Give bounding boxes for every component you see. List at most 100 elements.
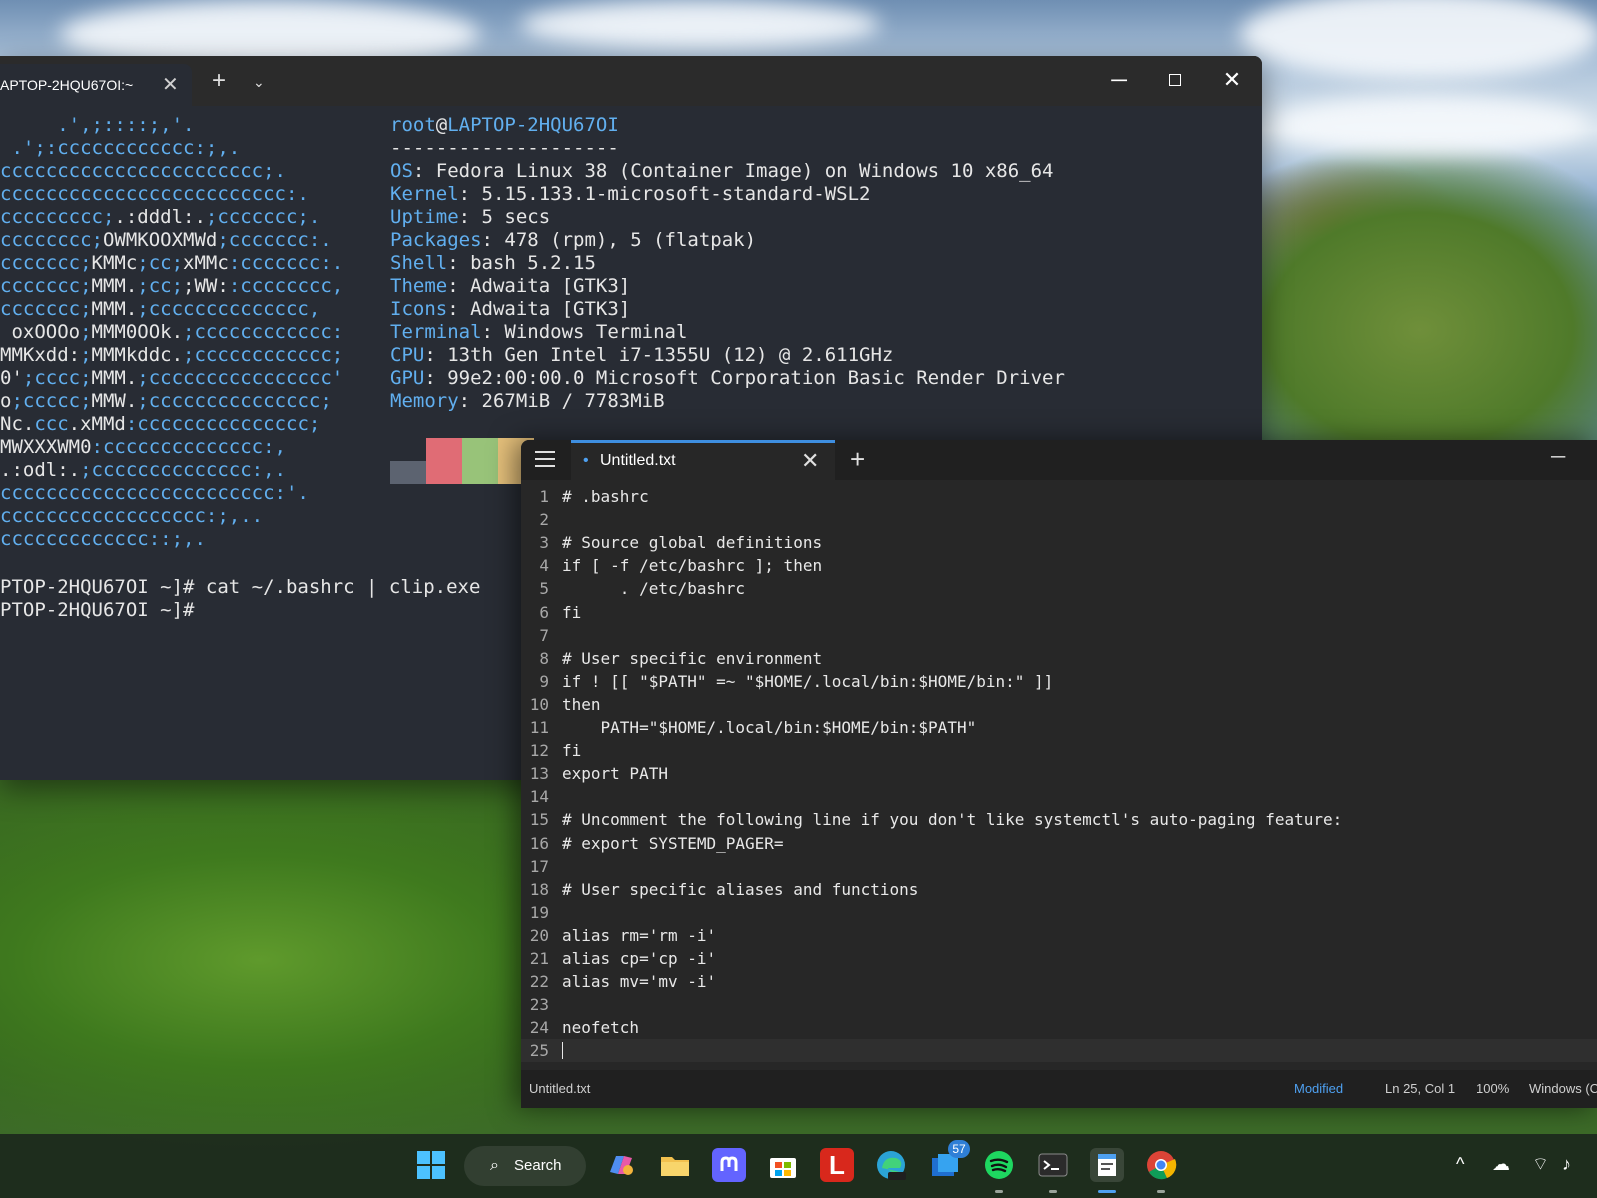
editor-line[interactable]: 13 export PATH: [521, 762, 1597, 785]
status-line-ending[interactable]: Windows (C: [1529, 1070, 1597, 1108]
close-window-button[interactable]: ✕: [1209, 64, 1255, 96]
chevron-down-icon[interactable]: ⌄: [253, 70, 265, 94]
line-number: 20: [529, 925, 549, 945]
info-row: GPU: 99e2:00:00.0 Microsoft Corporation …: [390, 367, 1065, 390]
editor-line[interactable]: 25: [521, 1039, 1597, 1063]
ascii-segment: ;: [80, 321, 92, 343]
hamburger-menu-icon[interactable]: [535, 451, 555, 469]
notepad-tab-label: Untitled.txt: [600, 452, 676, 469]
editor-line[interactable]: 14: [521, 785, 1597, 808]
editor-line[interactable]: 5 . /etc/bashrc: [521, 577, 1597, 600]
terminal-titlebar[interactable]: APTOP-2HQU67OI:~ ✕ + ⌄ ─ ✕: [0, 56, 1262, 106]
info-row: Uptime: 5 secs: [390, 206, 1065, 229]
ascii-segment: ;cccc;: [22, 367, 92, 389]
editor-line[interactable]: 2: [521, 508, 1597, 531]
info-value: : 5.15.133.1-microsoft-standard-WSL2: [458, 183, 871, 205]
info-value: : 5 secs: [458, 206, 551, 228]
chrome-icon[interactable]: [1144, 1148, 1178, 1182]
new-tab-button[interactable]: +: [850, 443, 865, 475]
ascii-segment: ccccccccccccc::;,.: [0, 528, 206, 550]
neofetch-info: root@LAPTOP-2HQU67OI --------------------…: [390, 114, 1065, 413]
wifi-icon[interactable]: ⌔: [1532, 1152, 1549, 1176]
editor-line[interactable]: 11 PATH="$HOME/.local/bin:$HOME/bin:$PAT…: [521, 716, 1597, 739]
ascii-segment: MMM.: [91, 275, 138, 297]
editor-line[interactable]: 19: [521, 901, 1597, 924]
info-key: LAPTOP-2HQU67OI: [447, 114, 619, 136]
editor-line[interactable]: 9 if ! [[ "$PATH" =~ "$HOME/.local/bin:$H…: [521, 670, 1597, 693]
onedrive-icon[interactable]: ☁: [1492, 1152, 1510, 1176]
new-tab-button[interactable]: +: [212, 67, 226, 95]
notepad-window[interactable]: • Untitled.txt ✕ + ─ 1 # .bashrc 2 3 # Sourc…: [521, 440, 1597, 1108]
terminal-app-icon[interactable]: [1036, 1148, 1070, 1182]
search-icon: ⌕: [490, 1157, 499, 1174]
mastodon-icon[interactable]: [712, 1148, 746, 1182]
ascii-row: cccccccc;OWMKOOXMWd;ccccccc:.: [0, 229, 343, 252]
terminal-tab[interactable]: APTOP-2HQU67OI:~ ✕: [0, 64, 192, 106]
edge-dev-icon[interactable]: [874, 1148, 908, 1182]
ascii-segment: ;ccccccccccccccc;: [137, 390, 332, 412]
editor-line[interactable]: 16 # export SYSTEMD_PAGER=: [521, 832, 1597, 855]
ascii-segment: MMM.: [91, 298, 138, 320]
taskbar-search[interactable]: ⌕ Search: [464, 1146, 586, 1186]
start-button[interactable]: [414, 1148, 448, 1182]
notepad-app-icon[interactable]: [1090, 1148, 1124, 1182]
ascii-segment: cccccccccccccccccccccccc:'.: [0, 482, 309, 504]
line-number: 13: [529, 764, 549, 784]
notepad-titlebar[interactable]: • Untitled.txt ✕ + ─: [521, 440, 1597, 480]
ascii-row: ccccccc;MMM.;cccccccccccccc,: [0, 298, 343, 321]
editor-line[interactable]: 20 alias rm='rm -i': [521, 924, 1597, 947]
copilot-icon[interactable]: [604, 1148, 638, 1182]
ascii-segment: MMMkddc.: [91, 344, 184, 366]
editor-line[interactable]: 4 if [ -f /etc/bashrc ]; then: [521, 554, 1597, 577]
notepad-tab[interactable]: • Untitled.txt ✕: [571, 440, 835, 480]
spotify-icon[interactable]: [982, 1148, 1016, 1182]
ascii-segment: ccccccc;: [0, 298, 92, 320]
minimize-button[interactable]: ─: [1551, 442, 1565, 472]
editor-line[interactable]: 22 alias mv='mv -i': [521, 970, 1597, 993]
editor-line[interactable]: 24 neofetch: [521, 1016, 1597, 1039]
volume-icon[interactable]: ♪: [1562, 1152, 1571, 1176]
line-text: alias rm='rm -i': [562, 925, 717, 945]
editor-line[interactable]: 15 # Uncomment the following line if you …: [521, 808, 1597, 831]
ascii-segment: ;cccccccccccc:: [183, 321, 344, 343]
line-number: 23: [529, 995, 549, 1015]
editor-line[interactable]: 3 # Source global definitions: [521, 531, 1597, 554]
windows-logo-icon: [417, 1151, 445, 1179]
maximize-button[interactable]: [1152, 64, 1198, 96]
lexis-app-icon[interactable]: L: [820, 1148, 854, 1182]
minimize-button[interactable]: ─: [1096, 64, 1142, 96]
editor-line[interactable]: 6 fi: [521, 601, 1597, 624]
ascii-segment: oxOOOo: [0, 321, 81, 343]
info-key: Memory: [390, 390, 459, 412]
status-cursor-position[interactable]: Ln 25, Col 1: [1385, 1070, 1455, 1108]
info-row: Packages: 478 (rpm), 5 (flatpak): [390, 229, 1065, 252]
editor-line[interactable]: 1 # .bashrc: [521, 485, 1597, 508]
ascii-segment: xMMc: [183, 252, 229, 274]
editor-line[interactable]: 17: [521, 855, 1597, 878]
close-tab-icon[interactable]: ✕: [162, 64, 179, 106]
ascii-segment: ;cccccccccccc;: [183, 344, 344, 366]
editor-line[interactable]: 12 fi: [521, 739, 1597, 762]
ascii-segment: ;cccccccccccccc:,.: [80, 459, 286, 481]
line-number: 2: [539, 510, 549, 530]
tray-chevron-icon[interactable]: ^: [1456, 1152, 1464, 1176]
editor-line[interactable]: 10 then: [521, 693, 1597, 716]
editor-line[interactable]: 23: [521, 993, 1597, 1016]
info-value: @: [435, 114, 448, 136]
editor-line[interactable]: 7: [521, 624, 1597, 647]
text-editor[interactable]: 1 # .bashrc 2 3 # Source global definitions 4…: [521, 485, 1597, 1070]
status-zoom[interactable]: 100%: [1476, 1070, 1509, 1108]
editor-line[interactable]: 21 alias cp='cp -i': [521, 947, 1597, 970]
ascii-segment: .xMMd: [68, 413, 126, 435]
ascii-segment: ;WW:: [183, 275, 229, 297]
ascii-row: o;ccccc;MMW.;ccccccccccccccc;: [0, 390, 343, 413]
info-row: Shell: bash 5.2.15: [390, 252, 1065, 275]
editor-line[interactable]: 18 # User specific aliases and functions: [521, 878, 1597, 901]
editor-line[interactable]: 8 # User specific environment: [521, 647, 1597, 670]
close-tab-icon[interactable]: ✕: [801, 443, 819, 479]
file-explorer-icon[interactable]: [658, 1148, 692, 1182]
ascii-segment: 0': [0, 367, 23, 389]
line-text: . /etc/bashrc: [562, 579, 746, 599]
microsoft-store-icon[interactable]: [766, 1148, 800, 1182]
shell-prompt[interactable]: PTOP-2HQU67OI ~]# cat ~/.bashrc | clip.e…: [0, 576, 480, 622]
